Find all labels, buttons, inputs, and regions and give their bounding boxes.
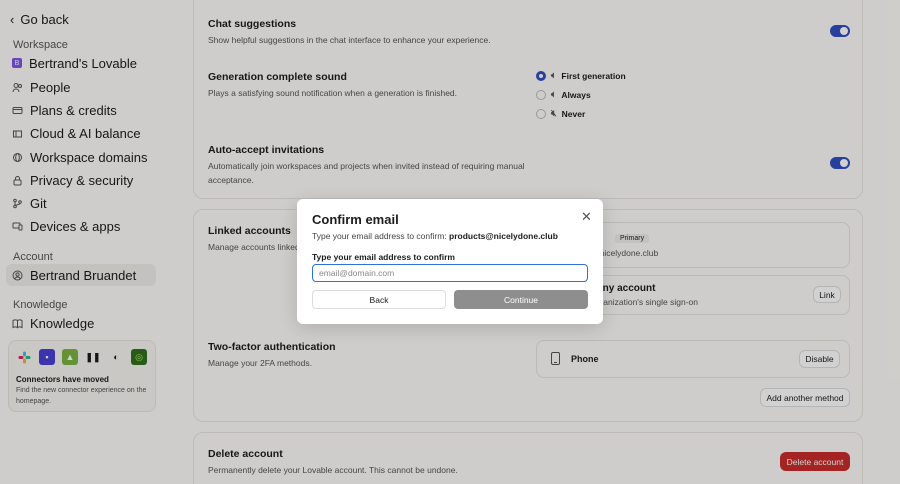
confirm-email-dialog: Confirm email ✕ Type your email address … xyxy=(297,199,603,324)
dialog-subtitle: Type your email address to confirm: prod… xyxy=(312,231,558,241)
dialog-title: Confirm email xyxy=(312,212,399,227)
dialog-subtitle-prefix: Type your email address to confirm: xyxy=(312,231,447,241)
close-icon[interactable]: ✕ xyxy=(581,209,592,225)
email-confirm-input[interactable] xyxy=(312,264,588,282)
email-input-label: Type your email address to confirm xyxy=(312,252,455,262)
continue-button[interactable]: Continue xyxy=(454,290,588,309)
back-button[interactable]: Back xyxy=(312,290,446,309)
dialog-email: products@nicelydone.club xyxy=(449,231,558,241)
